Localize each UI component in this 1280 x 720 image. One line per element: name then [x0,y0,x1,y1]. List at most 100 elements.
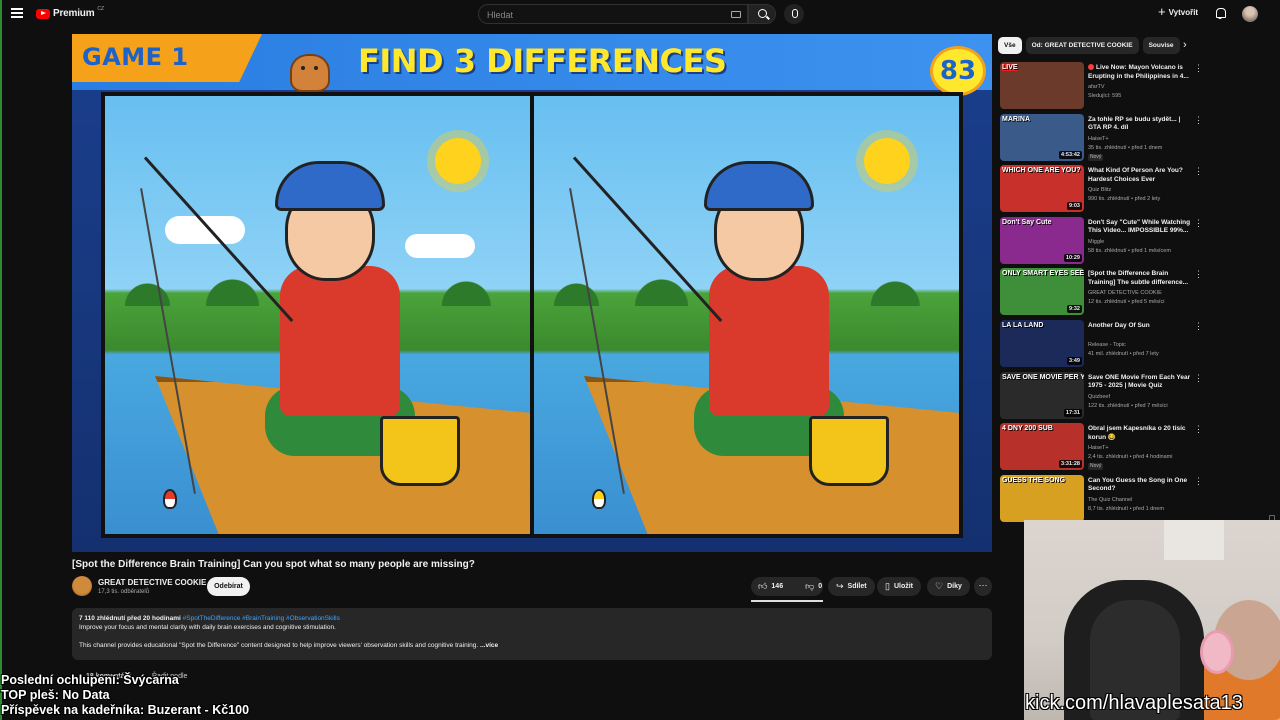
create-button[interactable]: + Vytvořit [1158,5,1199,18]
recommendation-item[interactable]: LIVE Live Now: Mayon Volcano is Erupting … [1000,62,1210,114]
recommendation-title[interactable]: Za tohle RP se budu stydět... | GTA RP 4… [1088,116,1192,133]
bell-icon[interactable] [1215,8,1226,19]
like-count: 146 [771,583,784,590]
filter-chips: Vše Od: GREAT DETECTIVE COOKIE Souvise [998,37,1198,54]
channel-subscribers: 17,3 tis. odběratelů [98,589,150,595]
game-tag-label: GAME 1 [82,43,189,71]
recommendation-item[interactable]: WHICH ONE ARE YOU? 9:03 What Kind Of Perso… [1000,165,1210,217]
chip-channel[interactable]: Od: GREAT DETECTIVE COOKIE [1025,37,1139,54]
recommendation-item[interactable]: 4 DNY 200 SUB 3:31:28 Obral jsem Kapesníka… [1000,423,1210,475]
recommendation-channel[interactable]: HaiseT+ [1088,445,1109,451]
chip-related[interactable]: Souvise [1142,37,1180,54]
more-vert-icon[interactable]: ⋮ [1194,218,1203,228]
show-more-link[interactable]: ...více [480,642,498,649]
share-button[interactable]: ↪ Sdílet [828,577,875,596]
more-vert-icon[interactable]: ⋮ [1194,115,1203,125]
new-badge: Nový [1088,463,1104,471]
search-box [478,4,748,24]
recommendation-title-text: Save ONE Movie From Each Year 1975 - 202… [1088,373,1191,390]
recommendation-title[interactable]: Can You Guess the Song in One Second? [1088,477,1192,494]
overlay-line: Příspěvek na kadeřníka: Buzerant - Kč100 [1,703,250,717]
recommendation-thumbnail[interactable]: LA LA LAND 3:49 [1000,319,1084,367]
chip-all[interactable]: Vše [998,37,1022,54]
thumbnail-caption: 4 DNY 200 SUB [1002,425,1053,433]
like-ratio-bar [751,600,823,602]
search-button[interactable] [748,4,776,24]
more-actions-button[interactable]: ⋯ [974,577,992,596]
recommendation-thumbnail[interactable]: MARINA 4:53:42 [1000,113,1084,161]
recommendation-item[interactable]: LA LA LAND 3:49 Another Day Of Sun Release … [1000,319,1210,372]
headset-icon [1200,630,1234,674]
sun-icon [864,138,910,184]
recommendation-channel[interactable]: Release - Topic [1088,342,1126,348]
recommendation-channel[interactable]: Quiz Blitz [1088,187,1111,193]
fishing-line [569,188,625,494]
more-vert-icon[interactable]: ⋮ [1194,167,1203,176]
recommendation-title[interactable]: [Spot the Difference Brain Training] The… [1088,270,1192,287]
boy-cap [275,161,385,211]
recommendation-title[interactable]: Obral jsem Kapesníka o 20 tisíc korun 😂 [1088,425,1192,442]
recommendation-item[interactable]: GUESS THE SONG Can You Guess the Song in … [1000,474,1210,527]
recommendation-title[interactable]: Don't Say "Cute" While Watching This Vid… [1088,219,1192,236]
view-meta: 7 110 zhlédnutí před 20 hodinami [79,615,181,622]
more-vert-icon[interactable]: ⋮ [1194,373,1203,383]
more-vert-icon[interactable]: ⋮ [1194,321,1203,331]
recommendation-item[interactable]: MARINA 4:53:42 Za tohle RP se budu stydět.… [1000,113,1210,166]
recommendation-title[interactable]: Live Now: Mayon Volcano is Erupting in t… [1088,64,1192,81]
more-vert-icon[interactable]: ⋮ [1194,64,1203,73]
channel-avatar[interactable] [72,576,92,596]
mic-button[interactable] [784,4,804,24]
more-vert-icon[interactable]: ⋮ [1194,270,1203,279]
recommendation-channel[interactable]: The Quiz Channel [1088,497,1132,503]
boy-body [280,266,400,416]
duration-badge: 4:53:42 [1059,150,1082,159]
recommendation-thumbnail[interactable]: SAVE ONE MOVIE PER YEAR 17:31 [1000,371,1084,419]
recommendation-item[interactable]: Don't Say Cute 10:29 Don't Say "Cute" Whil… [1000,216,1210,269]
video-title: [Spot the Difference Brain Training] Can… [72,559,475,570]
recommendation-thumbnail[interactable]: Don't Say Cute 10:29 [1000,216,1084,264]
recommendation-channel[interactable]: afarTV [1088,84,1105,90]
create-label: Vytvořit [1168,7,1199,17]
search-input[interactable] [479,6,719,24]
keyboard-icon[interactable] [731,11,741,18]
recommendation-thumbnail[interactable]: 4 DNY 200 SUB 3:31:28 [1000,423,1084,471]
recommendation-title[interactable]: Save ONE Movie From Each Year 1975 - 202… [1088,374,1192,391]
recommendation-channel[interactable]: HaiseT+ [1088,136,1109,142]
dislike-button[interactable]: 👎︎ 0 [798,577,829,596]
recommendation-thumbnail[interactable]: WHICH ONE ARE YOU? 9:03 [1000,165,1084,213]
avatar[interactable] [1242,6,1258,22]
subscribe-button[interactable]: Odebírat [207,577,250,596]
sun-icon [435,138,481,184]
more-vert-icon[interactable]: ⋮ [1194,425,1203,434]
recommendation-title-text: Can You Guess the Song in One Second? [1088,476,1188,493]
video-player[interactable]: GAME 1 FIND 3 DIFFERENCES 83 [72,34,992,552]
live-icon [1088,64,1094,70]
recommendation-channel[interactable]: Quizbeef [1088,394,1110,400]
thanks-button[interactable]: ♡ Díky [927,577,970,596]
recommendation-title-text: Another Day Of Sun [1088,321,1150,329]
duration-badge: 9:32 [1066,305,1082,314]
recommendation-thumbnail[interactable]: GUESS THE SONG [1000,474,1084,522]
recommendation-thumbnail[interactable]: ONLY SMART EYES SEE 9:32 [1000,268,1084,316]
recommendation-channel[interactable]: GREAT DETECTIVE COOKIE [1088,290,1162,296]
recommendation-channel[interactable]: Miggle [1088,239,1104,245]
menu-icon[interactable] [11,8,23,20]
countdown-badge: 83 [930,46,986,96]
thumbnail-caption: LA LA LAND [1002,321,1044,329]
top-bar: Premium CZ + Vytvořit [0,0,1280,28]
thumbs-up-icon: 👍︎ [758,581,768,591]
recommendation-title[interactable]: What Kind Of Person Are You? Hardest Cho… [1088,167,1192,184]
recommendation-thumbnail[interactable]: LIVE [1000,62,1084,109]
channel-name[interactable]: GREAT DETECTIVE COOKIE [98,578,206,587]
save-button[interactable]: ▯ Uložit [877,577,922,596]
chevron-right-icon[interactable]: › [1183,39,1187,51]
hashtags[interactable]: #SpotTheDifference #BrainTraining #Obser… [183,615,340,622]
recommendation-title[interactable]: Another Day Of Sun [1088,322,1192,331]
youtube-logo[interactable]: Premium CZ [36,6,104,19]
recommendation-meta: 990 tis. zhlédnutí • před 2 lety [1088,196,1161,203]
recommendation-item[interactable]: ONLY SMART EYES SEE 9:32 [Spot the Differe… [1000,268,1210,320]
description-box[interactable]: 7 110 zhlédnutí před 20 hodinami #SpotTh… [72,608,992,660]
like-button[interactable]: 👍︎ 146 [751,577,790,596]
more-vert-icon[interactable]: ⋮ [1194,476,1203,486]
recommendation-item[interactable]: SAVE ONE MOVIE PER YEAR 17:31 Save ONE Mov… [1000,371,1210,424]
